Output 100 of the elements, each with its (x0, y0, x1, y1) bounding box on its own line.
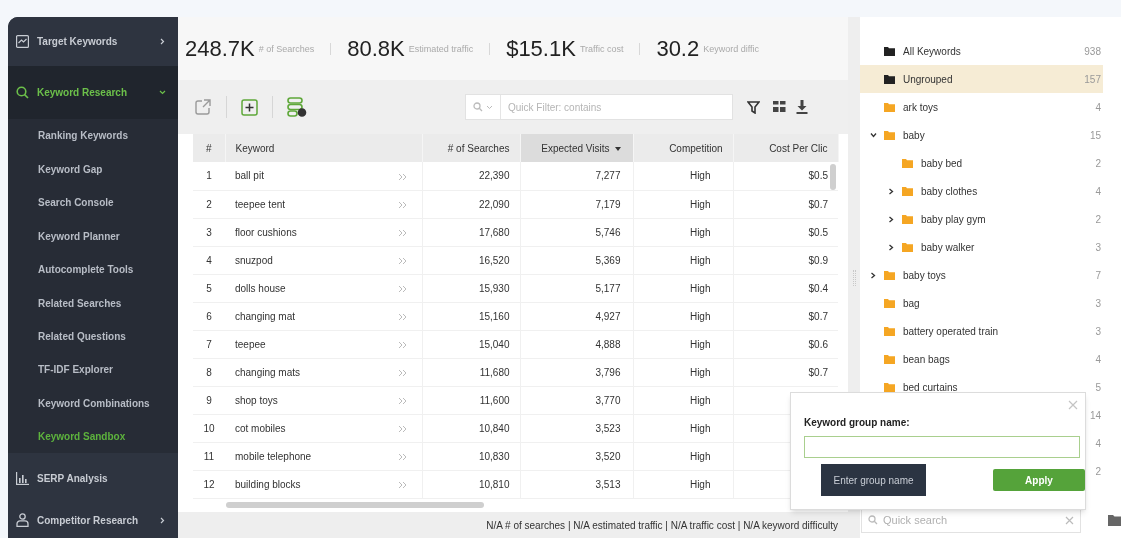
sidebar-item[interactable]: Target Keywords (8, 17, 178, 67)
expand-arrows-icon[interactable] (398, 340, 409, 349)
filter-icon[interactable] (747, 100, 760, 114)
quick-filter-field[interactable]: Quick Filter: contains (501, 99, 732, 115)
stat-label: Traffic cost (579, 42, 624, 56)
group-name-field[interactable] (804, 436, 1080, 458)
tree-label: Ungrouped (903, 72, 954, 87)
download-icon[interactable] (796, 100, 808, 114)
scrollbar[interactable] (830, 164, 836, 190)
expand-arrows-icon[interactable] (398, 452, 409, 461)
table-cell: floor cushions (235, 226, 297, 238)
quick-search-field[interactable]: Quick search (883, 511, 1060, 529)
caret-icon[interactable] (888, 243, 894, 251)
caret-icon (486, 104, 493, 110)
sidebar-subitem[interactable]: TF-IDF Explorer (8, 353, 178, 387)
tree-item[interactable]: baby walker 3 (860, 233, 1103, 261)
tree-item[interactable]: bed curtains 5 (860, 373, 1103, 401)
table-cell: High (689, 226, 711, 238)
column-header[interactable]: Competition (633, 134, 733, 162)
tree-item[interactable]: bean bags 4 (860, 345, 1103, 373)
sidebar-subitem[interactable]: Autocomplete Tools (8, 252, 178, 287)
table-cell: 10 (203, 422, 215, 434)
expand-arrows-icon[interactable] (398, 424, 409, 433)
table-cell: 4,888 (595, 338, 621, 350)
tree-item[interactable]: ark toys 4 (860, 93, 1103, 121)
folder-icon (884, 326, 895, 336)
sidebar-subitem[interactable]: Keyword Planner (8, 219, 178, 253)
column-header[interactable]: Keyword (225, 134, 422, 162)
table-cell: 10,840 (478, 422, 510, 434)
column-header[interactable]: Cost Per Clic (733, 134, 838, 162)
caret-icon[interactable] (870, 132, 877, 138)
table-cell: 7,179 (595, 198, 621, 210)
clear-icon[interactable] (1065, 515, 1074, 525)
expand-arrows-icon[interactable] (398, 480, 409, 489)
tree-label: bed curtains (903, 380, 959, 395)
sidebar-subitem[interactable]: Search Console (8, 186, 178, 220)
expand-arrows-icon[interactable] (398, 256, 409, 265)
tree-item[interactable]: battery operated train 3 (860, 317, 1103, 345)
folder-icon (884, 74, 895, 84)
tree-item[interactable]: baby 15 (860, 121, 1103, 149)
expand-arrows-icon[interactable] (398, 368, 409, 377)
table-cell: 16,520 (478, 254, 510, 266)
sidebar-subitem[interactable]: Related Searches (8, 286, 178, 320)
tree-item[interactable]: baby bed 2 (860, 149, 1103, 177)
sidebar-subitem[interactable]: Keyword Sandbox (8, 420, 178, 454)
expand-arrows-icon[interactable] (398, 284, 409, 293)
expand-arrows-icon[interactable] (398, 172, 409, 181)
expand-arrows-icon[interactable] (398, 200, 409, 209)
folder-icon (884, 298, 895, 308)
tree-item[interactable]: All Keywords 938 (860, 37, 1103, 65)
column-header[interactable]: # (193, 134, 225, 162)
table-cell: 10,830 (478, 450, 510, 462)
dialog-label: Keyword group name: (804, 416, 910, 430)
table-cell: 5,177 (595, 282, 621, 294)
column-header[interactable]: Expected Visits (520, 134, 633, 162)
column-header[interactable]: # of Searches (422, 134, 520, 162)
sidebar-item[interactable]: Keyword Research (8, 66, 178, 120)
table-cell: 1 (206, 170, 212, 182)
sidebar-subitem[interactable]: Keyword Gap (8, 152, 178, 187)
table-cell: 15,930 (478, 282, 510, 294)
caret-icon[interactable] (870, 271, 876, 279)
expand-arrows-icon[interactable] (398, 396, 409, 405)
sidebar-subitem[interactable]: Keyword Combinations (8, 386, 178, 421)
table-cell: $0.7 (808, 310, 828, 322)
table-cell: 3,513 (595, 478, 621, 490)
tree-item[interactable]: Ungrouped 157 (860, 65, 1103, 93)
sort-caret-icon[interactable] (614, 146, 621, 151)
table-cell: High (689, 254, 711, 266)
grid-icon[interactable] (773, 101, 786, 113)
tree-item[interactable]: baby toys 7 (860, 261, 1103, 289)
sidebar-item[interactable]: SERP Analysis (8, 453, 178, 503)
tree-item[interactable]: baby clothes 4 (860, 177, 1103, 205)
caret-icon[interactable] (888, 215, 894, 223)
table-cell: 11 (203, 450, 215, 462)
folder-add-icon[interactable] (1108, 514, 1121, 526)
sidebar-item[interactable]: Competitor Research (8, 502, 178, 538)
share-icon[interactable] (194, 98, 212, 116)
table-cell: 5 (206, 282, 212, 294)
table-cell: $0.9 (808, 254, 828, 266)
folder-icon (902, 242, 913, 252)
table-cell: mobile telephone (235, 450, 312, 462)
table-cell: 3,520 (595, 450, 621, 462)
tree-item[interactable]: bag 3 (860, 289, 1103, 317)
tree-item[interactable]: baby play gym 2 (860, 205, 1103, 233)
caret-icon[interactable] (888, 187, 894, 195)
table-cell: 15,040 (478, 338, 510, 350)
folder-icon (902, 186, 913, 196)
stat-value: $15.1K (506, 35, 576, 63)
sidebar-subitem[interactable]: Related Questions (8, 319, 178, 354)
table-cell: $0.5 (808, 226, 828, 238)
splitter-handle[interactable] (852, 269, 856, 286)
search-icon (473, 102, 483, 112)
quick-filter-field[interactable]: Quick Filter: contains (465, 94, 733, 120)
close-icon[interactable] (1068, 400, 1078, 410)
scrollbar[interactable] (226, 502, 484, 508)
add-icon[interactable] (241, 98, 258, 116)
sidebar-subitem[interactable]: Ranking Keywords (8, 119, 178, 153)
expand-arrows-icon[interactable] (398, 228, 409, 237)
expand-arrows-icon[interactable] (398, 312, 409, 321)
tree-label: bag (903, 296, 921, 311)
